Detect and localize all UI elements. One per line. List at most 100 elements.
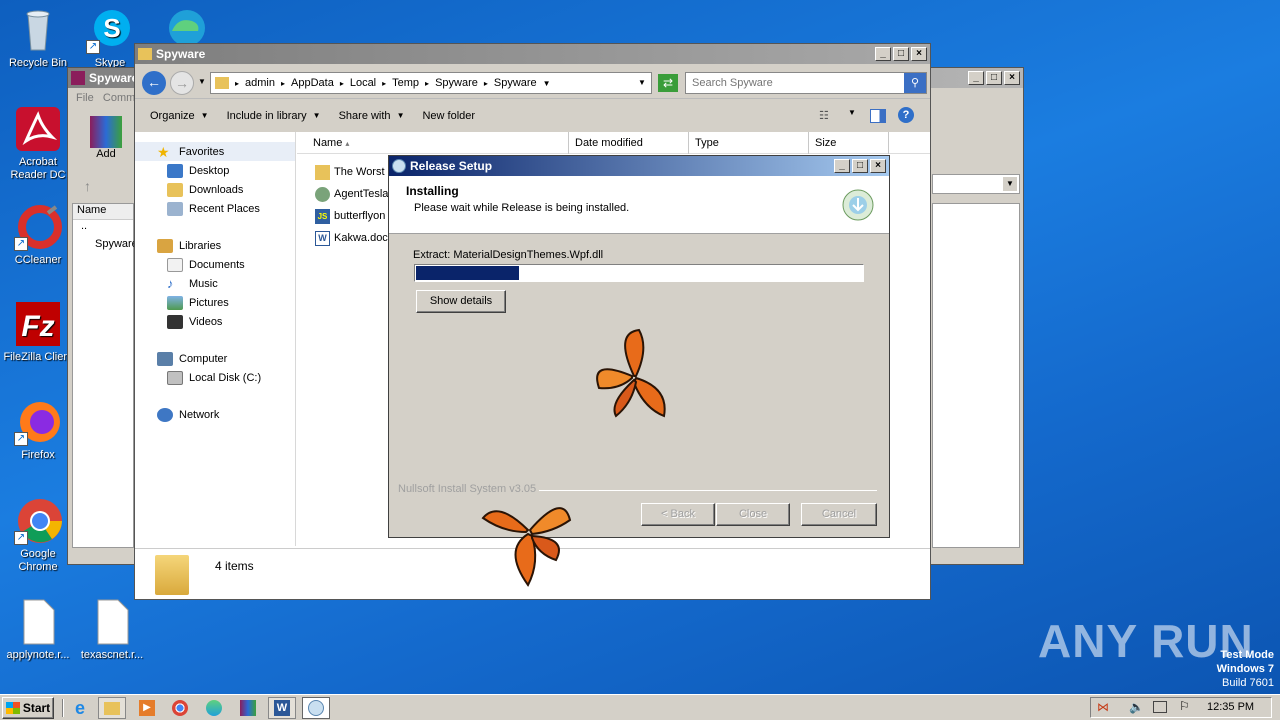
word-taskbar-icon[interactable]: W	[268, 697, 296, 719]
nav-libraries[interactable]: Libraries	[135, 236, 295, 255]
search-icon[interactable]: ⚲	[904, 73, 926, 93]
close-button[interactable]: ×	[911, 47, 927, 61]
edge-taskbar-icon[interactable]	[200, 697, 228, 719]
maximize-button[interactable]: □	[893, 47, 909, 61]
column-header-type[interactable]: Type	[689, 132, 809, 154]
file-row[interactable]: W Kakwa.doc	[315, 227, 391, 249]
new-folder-button[interactable]: New folder	[422, 110, 475, 122]
winrar-path-combobox[interactable]: ▼	[932, 174, 1020, 194]
search-input[interactable]	[686, 73, 896, 93]
nav-local-disk[interactable]: Local Disk (C:)	[135, 368, 295, 387]
start-button[interactable]: Start	[2, 697, 54, 719]
butterfly-tray-icon[interactable]: ⋈	[1097, 700, 1109, 714]
minimize-button[interactable]: _	[968, 71, 984, 85]
recycle-bin-shortcut[interactable]: Recycle Bin	[0, 6, 76, 70]
nav-computer[interactable]: Computer	[135, 349, 295, 368]
folder-large-icon	[155, 555, 189, 595]
breadcrumb-item[interactable]: Local	[350, 77, 376, 89]
file-row[interactable]: The Worst (	[315, 161, 391, 183]
media-player-taskbar-icon[interactable]: ▶	[133, 697, 161, 719]
back-button[interactable]: < Back	[641, 503, 715, 526]
share-with-button[interactable]: Share with ▼	[339, 110, 405, 122]
nav-recent-places[interactable]: Recent Places	[135, 199, 295, 218]
volume-icon[interactable]: 🔈	[1129, 700, 1144, 714]
view-options-icon[interactable]: ☷	[819, 109, 835, 123]
minimize-button[interactable]: _	[834, 159, 850, 173]
close-dialog-button[interactable]: Close	[716, 503, 790, 526]
chrome-shortcut[interactable]: ↗ Google Chrome	[0, 497, 76, 574]
file-name: Kakwa.doc	[334, 232, 388, 244]
ccleaner-shortcut[interactable]: ↗ CCleaner	[0, 203, 76, 267]
nav-pictures[interactable]: Pictures	[135, 293, 295, 312]
explorer-taskbar-icon[interactable]	[98, 697, 126, 719]
chevron-down-icon[interactable]: ▼	[1003, 177, 1017, 191]
include-in-library-button[interactable]: Include in library ▼	[227, 110, 321, 122]
breadcrumb[interactable]: ▸ admin ▸ AppData ▸ Local ▸ Temp ▸ Spyware ▸ …	[210, 72, 652, 94]
chrome-taskbar-icon[interactable]	[166, 697, 194, 719]
file-row[interactable]: AgentTesla	[315, 183, 391, 205]
nav-label: Local Disk (C:)	[189, 371, 262, 384]
add-button[interactable]: Add	[88, 116, 124, 160]
breadcrumb-item[interactable]: Spyware	[435, 77, 478, 89]
filezilla-shortcut[interactable]: Fz FileZilla Client	[0, 300, 76, 364]
explorer-titlebar[interactable]: Spyware _ □ ×	[135, 44, 930, 64]
winrar-file-list[interactable]: Name .. Spyware	[72, 203, 138, 548]
back-arrow-icon[interactable]: ←	[142, 71, 166, 95]
nav-music[interactable]: ♪ Music	[135, 274, 295, 293]
applynote-file-shortcut[interactable]: applynote.r...	[0, 598, 76, 662]
refresh-icon[interactable]: ⇄	[658, 74, 678, 92]
address-history-chevron-icon[interactable]: ▼	[638, 78, 646, 87]
clock[interactable]: 12:35 PM	[1207, 701, 1254, 713]
column-header-name[interactable]: Name ▴	[307, 132, 569, 154]
flag-icon[interactable]: ⚐	[1179, 699, 1190, 713]
nav-desktop[interactable]: Desktop	[135, 161, 295, 180]
chevron-down-icon[interactable]: ▼	[543, 79, 551, 88]
nav-network[interactable]: Network	[135, 405, 295, 424]
chevron-down-icon[interactable]: ▼	[848, 108, 856, 117]
winrar-name-column[interactable]: Name	[73, 204, 133, 220]
recent-places-icon	[167, 201, 183, 216]
nav-downloads[interactable]: Downloads	[135, 180, 295, 199]
breadcrumb-item[interactable]: AppData	[291, 77, 334, 89]
nav-favorites[interactable]: ★ Favorites	[135, 142, 295, 161]
maximize-button[interactable]: □	[852, 159, 868, 173]
column-header-size[interactable]: Size	[809, 132, 889, 154]
maximize-button[interactable]: □	[986, 71, 1002, 85]
setup-titlebar[interactable]: Release Setup _ □ ×	[389, 156, 889, 176]
installer-taskbar-icon[interactable]	[302, 697, 330, 719]
minimize-button[interactable]: _	[875, 47, 891, 61]
chevron-down-icon: ▼	[312, 111, 321, 120]
file-row[interactable]: JS butterflyon	[315, 205, 391, 227]
menu-file[interactable]: File	[76, 92, 94, 104]
close-button[interactable]: ×	[1004, 71, 1020, 85]
breadcrumb-item[interactable]: Temp	[392, 77, 419, 89]
firefox-shortcut[interactable]: ↗ Firefox	[0, 398, 76, 462]
network-icon	[157, 407, 173, 422]
search-box[interactable]: ⚲	[685, 72, 927, 94]
winrar-row-parent[interactable]: ..	[73, 220, 133, 238]
texascnet-file-shortcut[interactable]: texascnet.r...	[74, 598, 150, 662]
cancel-button[interactable]: Cancel	[801, 503, 877, 526]
show-details-button[interactable]: Show details	[416, 290, 506, 313]
edge-icon[interactable]	[162, 6, 212, 46]
acrobat-shortcut[interactable]: Acrobat Reader DC	[0, 105, 76, 182]
network-tray-icon[interactable]	[1153, 701, 1167, 713]
chevron-down-icon[interactable]: ▼	[198, 77, 206, 86]
breadcrumb-item[interactable]: Spyware	[494, 77, 537, 89]
breadcrumb-item[interactable]: admin	[245, 77, 275, 89]
nav-videos[interactable]: Videos	[135, 312, 295, 331]
up-arrow-icon[interactable]: ↑	[84, 178, 91, 194]
menu-commands[interactable]: Comm	[103, 92, 135, 104]
setup-dialog[interactable]: Release Setup _ □ × Installing Please wa…	[388, 155, 890, 538]
help-icon[interactable]: ?	[898, 107, 914, 123]
organize-button[interactable]: Organize ▼	[150, 110, 209, 122]
preview-pane-icon[interactable]	[870, 109, 886, 123]
skype-icon: S ↗	[86, 6, 134, 54]
winrar-row-spyware[interactable]: Spyware	[73, 238, 138, 256]
close-button[interactable]: ×	[870, 159, 886, 173]
winrar-taskbar-icon[interactable]	[234, 697, 262, 719]
forward-arrow-icon[interactable]: →	[170, 71, 194, 95]
column-header-date-modified[interactable]: Date modified	[569, 132, 689, 154]
nav-documents[interactable]: Documents	[135, 255, 295, 274]
ie-taskbar-icon[interactable]: e	[66, 697, 94, 719]
